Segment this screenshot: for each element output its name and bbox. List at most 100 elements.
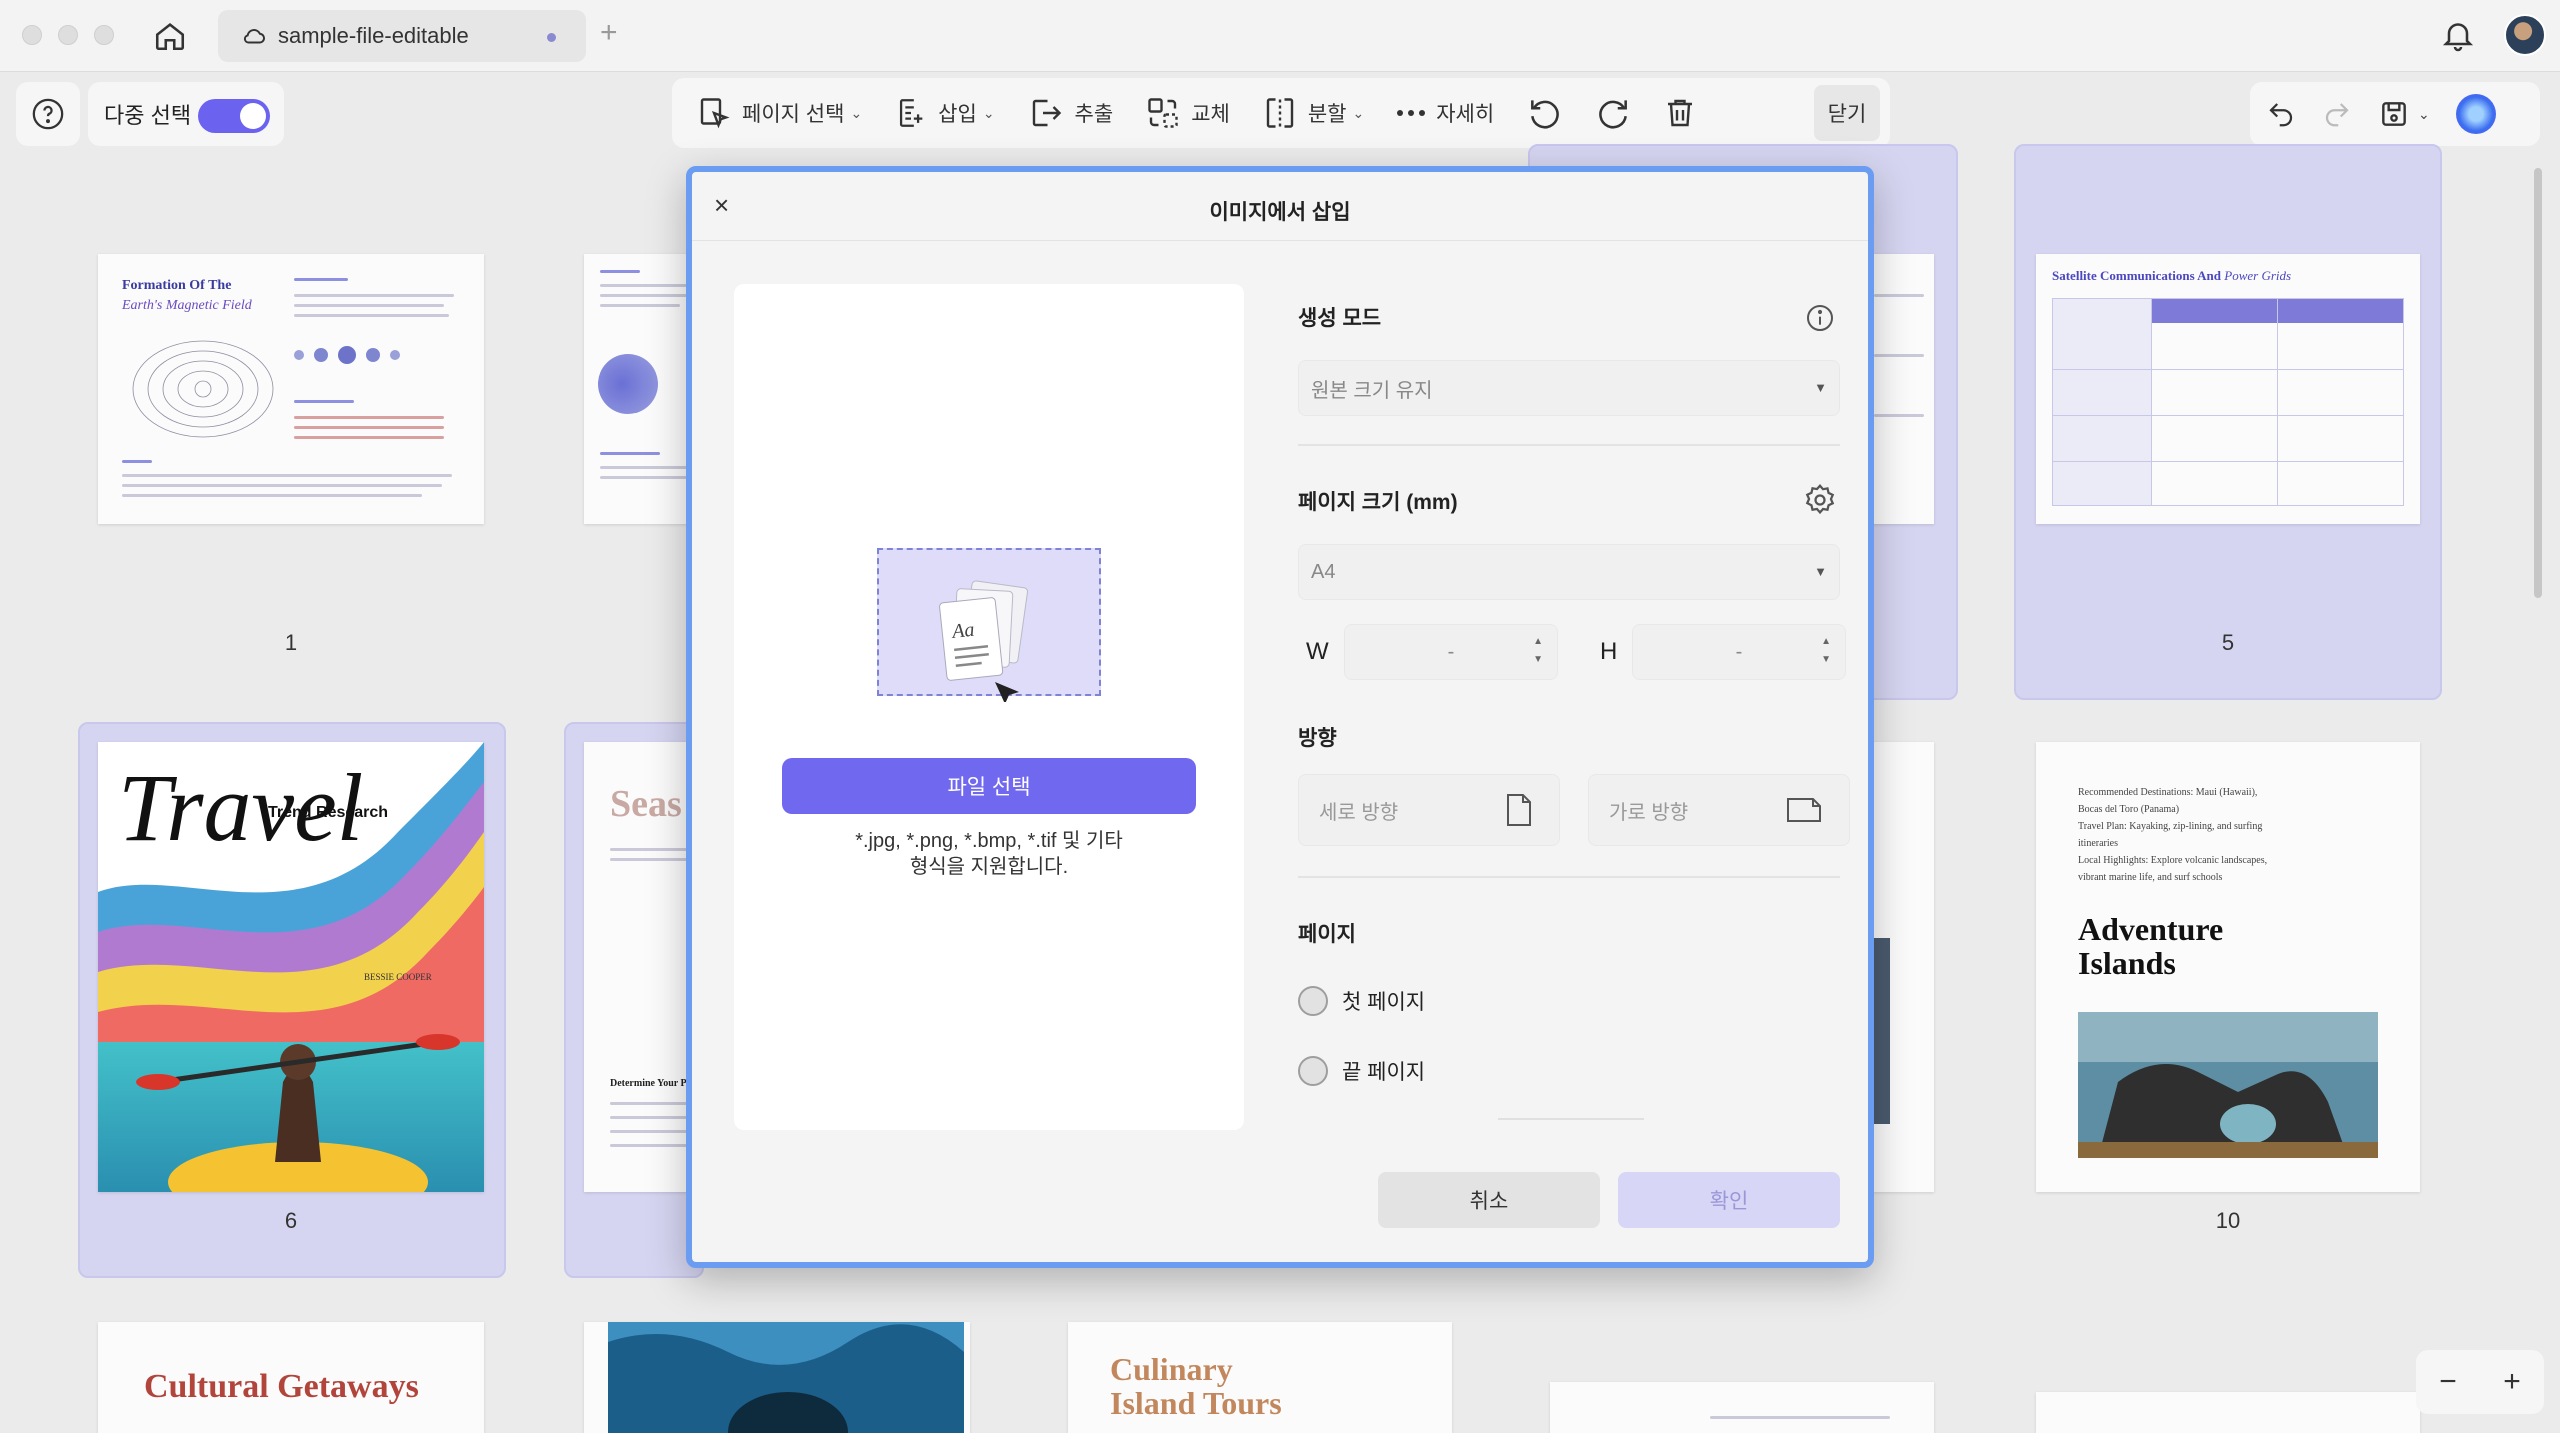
creation-mode-label: 생성 모드: [1298, 307, 1382, 330]
portrait-page-icon: [1507, 794, 1531, 826]
first-page-label: 첫 페이지: [1342, 991, 1426, 1014]
page-thumbnail-12[interactable]: [584, 1322, 970, 1433]
creation-mode-select[interactable]: 원본 크기 유지 ▼: [1298, 360, 1840, 416]
page-thumbnail-13[interactable]: Culinary Island Tours: [1068, 1322, 1452, 1433]
chevron-down-icon: ⌄: [2418, 105, 2430, 122]
first-page-radio[interactable]: 첫 페이지: [1298, 986, 1425, 1016]
radio-circle[interactable]: [1298, 986, 1328, 1016]
notification-button[interactable]: [2440, 16, 2476, 59]
page-thumbnail-16[interactable]: [2036, 1392, 2420, 1433]
confirm-button[interactable]: 확인: [1618, 1172, 1840, 1228]
rotate-right-icon: [1599, 100, 1628, 129]
chevron-down-icon: ⌄: [982, 104, 995, 121]
last-page-radio[interactable]: 끝 페이지: [1298, 1056, 1425, 1086]
page-5-title-main: Satellite Communications And: [2052, 268, 2222, 283]
magnetic-field-diagram: [132, 340, 274, 438]
avatar[interactable]: [2504, 14, 2546, 56]
select-file-button[interactable]: 파일 선택: [782, 758, 1196, 814]
page-thumbnail-10[interactable]: Recommended Destinations: Maui (Hawaii),…: [2036, 742, 2420, 1192]
page-thumbnail-1[interactable]: Formation Of The Earth's Magnetic Field: [98, 254, 484, 524]
portrait-option[interactable]: 세로 방향: [1298, 774, 1560, 846]
home-button[interactable]: [150, 16, 190, 56]
stepper-arrows-icon[interactable]: ▲ ▼: [1533, 633, 1543, 669]
trash-icon: [1668, 99, 1693, 127]
close-toolbar-button[interactable]: 닫기: [1814, 85, 1880, 141]
page-thumbnail-9[interactable]: [1870, 742, 1934, 1192]
page-12-photo: [608, 1322, 964, 1433]
rotate-right-button[interactable]: [1594, 94, 1632, 132]
zoom-in-button[interactable]: +: [2503, 1365, 2521, 1399]
window-minimize-button[interactable]: [58, 25, 78, 45]
supported-formats-line1: *.jpg, *.png, *.bmp, *.tif 및 기타: [855, 830, 1123, 852]
page-10-intro-line: itineraries: [2078, 838, 2118, 849]
info-icon[interactable]: [1804, 302, 1836, 334]
new-tab-button[interactable]: +: [600, 16, 618, 50]
insert-icon: [900, 99, 923, 127]
page-thumbnail-2[interactable]: [584, 254, 694, 524]
page-1-title-line1: Formation Of The: [122, 278, 232, 293]
page-position-label: 페이지: [1298, 923, 1356, 946]
ai-assistant-button[interactable]: [2455, 94, 2496, 134]
page-11-title: Cultural Getaways: [144, 1368, 419, 1405]
page-thumbnail-5[interactable]: Satellite Communications And Power Grids: [2036, 254, 2420, 524]
delete-button[interactable]: [1662, 94, 1698, 132]
height-input[interactable]: - ▲ ▼: [1632, 624, 1846, 680]
chevron-down-icon: ⌄: [850, 104, 863, 121]
stepper-arrows-icon[interactable]: ▲ ▼: [1821, 633, 1831, 669]
page-thumbnail-11[interactable]: Cultural Getaways: [98, 1322, 484, 1433]
document-tab[interactable]: sample-file-editable: [218, 10, 586, 62]
save-icon: [2382, 102, 2406, 126]
image-drop-zone[interactable]: Aa 파일 선택 *.jpg, *.png, *.bmp, *.tif 및 기타…: [734, 284, 1244, 1130]
page-10-intro-line: Travel Plan: Kayaking, zip-lining, and s…: [2078, 821, 2263, 832]
page-thumbnail-15[interactable]: [1550, 1382, 1934, 1433]
height-value: -: [1735, 640, 1743, 663]
redo-icon[interactable]: [2322, 99, 2352, 129]
help-button[interactable]: [16, 82, 80, 146]
split-button[interactable]: 분할 ⌄: [1262, 78, 1364, 148]
planet-row: [294, 346, 400, 364]
replace-button[interactable]: 교체: [1145, 78, 1230, 148]
width-input[interactable]: - ▲ ▼: [1344, 624, 1558, 680]
insert-button[interactable]: 삽입 ⌄: [894, 78, 995, 148]
zoom-out-button[interactable]: −: [2439, 1365, 2457, 1399]
page-10-intro-line: Local Highlights: Explore volcanic lands…: [2078, 855, 2268, 866]
page-1-title-line2: Earth's Magnetic Field: [122, 298, 252, 313]
page-thumbnail-4[interactable]: [1870, 254, 1934, 524]
window-zoom-button[interactable]: [94, 25, 114, 45]
extract-button[interactable]: 추출: [1027, 78, 1113, 148]
page-5-title-italic: Power Grids: [2224, 268, 2292, 283]
rotate-left-button[interactable]: [1526, 94, 1564, 132]
gear-icon[interactable]: [1802, 482, 1838, 518]
page-10-title: Adventure Islands: [2078, 911, 2224, 981]
cancel-button[interactable]: 취소: [1378, 1172, 1600, 1228]
save-button[interactable]: ⌄: [2378, 98, 2430, 130]
page-select-icon: [700, 98, 730, 129]
undo-icon[interactable]: [2266, 99, 2296, 129]
dialog-divider: [692, 240, 1868, 241]
extract-icon: [1032, 99, 1061, 127]
bell-icon: [2442, 23, 2474, 52]
page-thumbnail-6[interactable]: Travel Trend Research BESSIE COOPER: [98, 742, 484, 1192]
more-button[interactable]: 자세히: [1396, 78, 1494, 148]
split-icon: [1266, 98, 1294, 128]
page-10-intro-line: vibrant marine life, and surf schools: [2078, 872, 2223, 883]
page-select-label: 페이지 선택: [742, 103, 845, 126]
window-close-button[interactable]: [22, 25, 42, 45]
page-6-subtitle: Trend Research: [268, 804, 389, 821]
page-thumbnail-7[interactable]: Seas Determine Your P: [584, 742, 694, 1192]
page-number-1: 1: [284, 630, 298, 655]
page-select-button[interactable]: 페이지 선택 ⌄: [696, 78, 862, 148]
replace-icon: [1148, 98, 1178, 128]
insert-label: 삽입: [938, 103, 977, 126]
drop-illustration: Aa: [877, 548, 1101, 702]
planet-diagram: [598, 354, 658, 414]
radio-circle[interactable]: [1298, 1056, 1328, 1086]
scrollbar-thumb[interactable]: [2534, 168, 2542, 598]
orientation-label: 방향: [1298, 727, 1337, 750]
page-6-author: BESSIE COOPER: [364, 972, 432, 982]
tab-title: sample-file-editable: [278, 23, 469, 48]
page-size-select[interactable]: A4 ▼: [1298, 544, 1840, 600]
multi-select-toggle[interactable]: [198, 99, 270, 133]
landscape-option[interactable]: 가로 방향: [1588, 774, 1850, 846]
more-label: 자세히: [1436, 103, 1495, 126]
